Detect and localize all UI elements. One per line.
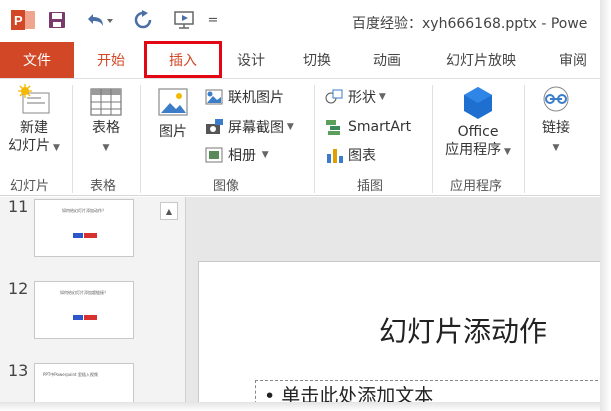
group-label-images: 图像	[213, 179, 240, 194]
new-slide-dropdown-icon: ▼	[50, 143, 60, 153]
photo-album-icon	[205, 147, 223, 163]
customize-glyph: =	[207, 12, 219, 28]
thumbnail-title: PPT中Powerpoint 里插入视频	[43, 372, 98, 377]
photo-album-dropdown-icon: ▼	[256, 150, 269, 160]
group-label-illustrations: 插图	[357, 179, 384, 194]
customize-toolbar-icon[interactable]: =	[206, 8, 220, 32]
links-label: 链接	[542, 120, 570, 136]
tab-home[interactable]: 开始	[74, 42, 148, 78]
table-caret-row: ▼	[103, 137, 110, 157]
slide-number: 11	[8, 197, 29, 216]
chart-button[interactable]: 图表	[324, 143, 376, 167]
online-pictures-button[interactable]: 联机图片	[204, 85, 284, 109]
ribbon-tabs: 文件 开始 插入 设计 切换 动画 幻灯片放映 审阅	[0, 41, 600, 78]
chart-label: 图表	[348, 148, 376, 164]
tab-animations[interactable]: 动画	[356, 42, 418, 78]
thumbnail-title: 如何给幻灯片添加超链接？	[60, 290, 108, 295]
table-label: 表格	[92, 120, 120, 136]
chart-icon	[327, 149, 343, 163]
slide-thumbnail[interactable]: 如何给幻灯片添加动作？	[34, 199, 134, 257]
group-separator	[432, 85, 433, 193]
document-title: 百度经验：xyh666168.pptx - Powe	[352, 16, 588, 32]
links-caret-row: ▼	[553, 137, 560, 157]
screenshot-label: 屏幕截图	[228, 120, 284, 136]
slide-number: 12	[8, 279, 29, 298]
screenshot-icon	[206, 119, 223, 134]
new-slide-label-1: 新建	[20, 120, 48, 136]
picture-label: 图片	[159, 124, 187, 140]
slide-panel-scrollbar[interactable]: ▲	[160, 202, 178, 402]
tab-insert[interactable]: 插入	[144, 41, 222, 78]
smartart-button[interactable]: SmartArt	[324, 115, 411, 139]
links-dropdown-icon: ▼	[552, 143, 560, 153]
group-separator	[140, 85, 141, 193]
new-slide-icon	[18, 84, 50, 114]
svg-text:P: P	[14, 13, 23, 28]
links-button[interactable]: 链接 ▼	[530, 83, 582, 157]
tab-design[interactable]: 设计	[222, 42, 280, 78]
thumbnail-title: 如何给幻灯片添加动作？	[62, 208, 106, 213]
tab-slideshow[interactable]: 幻灯片放映	[426, 42, 536, 78]
save-icon[interactable]	[46, 8, 68, 32]
shapes-icon	[325, 89, 343, 104]
office-apps-label-row: 应用程序 ▼	[445, 141, 511, 161]
powerpoint-logo-icon[interactable]: P	[8, 8, 38, 32]
slide-thumbnail[interactable]: 如何给幻灯片添加超链接？	[34, 281, 134, 339]
group-label-slides: 幻灯片	[10, 179, 50, 194]
group-separator	[314, 85, 315, 193]
screenshot-button[interactable]: 屏幕截图 ▼	[204, 115, 294, 139]
ribbon-insert: 新建 幻灯片 ▼ 幻灯片 表格 ▼ 表格 图片 联机图片 屏幕截图 ▼ 相册 ▼…	[0, 78, 600, 196]
slide-number: 13	[8, 361, 29, 380]
office-apps-label-2: 应用程序	[445, 142, 502, 158]
new-slide-button[interactable]: 新建 幻灯片 ▼	[4, 83, 64, 157]
title-bar: P = 百度经验：xyh666168.pptx - Powe	[0, 0, 600, 42]
tab-file[interactable]: 文件	[0, 42, 74, 78]
smartart-label: SmartArt	[348, 119, 412, 135]
current-slide[interactable]: 幻灯片添动作 • 单击此处添加文本	[198, 261, 603, 411]
picture-button[interactable]: 图片	[146, 83, 200, 141]
start-from-beginning-icon[interactable]	[172, 8, 198, 32]
office-apps-button[interactable]: Office 应用程序 ▼	[438, 83, 518, 161]
office-store-icon	[464, 87, 492, 119]
undo-icon[interactable]	[82, 8, 116, 32]
shapes-button[interactable]: 形状 ▼	[324, 85, 386, 109]
tab-transitions[interactable]: 切换	[286, 42, 348, 78]
picture-icon	[158, 88, 188, 116]
tab-review[interactable]: 审阅	[546, 42, 600, 78]
window-shadow-right	[600, 0, 611, 411]
new-slide-label-2: 幻灯片	[8, 138, 51, 154]
shapes-dropdown-icon: ▼	[376, 92, 386, 102]
window-shadow	[0, 402, 611, 411]
baidu-logo-icon	[73, 315, 97, 320]
smartart-icon	[326, 120, 340, 135]
scroll-up-icon[interactable]: ▲	[160, 202, 178, 220]
group-separator	[524, 85, 525, 193]
group-separator	[72, 85, 73, 193]
screenshot-dropdown-icon: ▼	[284, 122, 294, 132]
powerpoint-window: P = 百度经验：xyh666168.pptx - Powe 文件 开始 插入 …	[0, 0, 611, 411]
new-slide-label-row: 幻灯片 ▼	[8, 137, 60, 157]
online-pictures-label: 联机图片	[228, 90, 284, 106]
group-label-apps: 应用程序	[450, 179, 503, 194]
office-apps-dropdown-icon: ▼	[501, 147, 511, 157]
office-apps-label-1: Office	[457, 124, 499, 140]
redo-icon[interactable]	[132, 8, 154, 32]
photo-album-button[interactable]: 相册 ▼	[204, 143, 269, 167]
link-icon	[543, 86, 569, 112]
table-button[interactable]: 表格 ▼	[80, 83, 132, 157]
table-dropdown-icon: ▼	[102, 143, 110, 153]
slide-thumbnail-panel: 11 如何给幻灯片添加动作？ 12 如何给幻灯片添加超链接？ 13 PPT中Po…	[0, 197, 186, 411]
photo-album-label: 相册	[228, 148, 256, 164]
table-icon	[90, 88, 122, 116]
slide-editor: 幻灯片添动作 • 单击此处添加文本	[186, 197, 603, 411]
shapes-label: 形状	[348, 90, 376, 106]
group-label-tables: 表格	[90, 179, 117, 194]
slide-title[interactable]: 幻灯片添动作	[379, 310, 547, 350]
baidu-logo-icon	[73, 233, 97, 238]
online-pictures-icon	[205, 89, 223, 105]
